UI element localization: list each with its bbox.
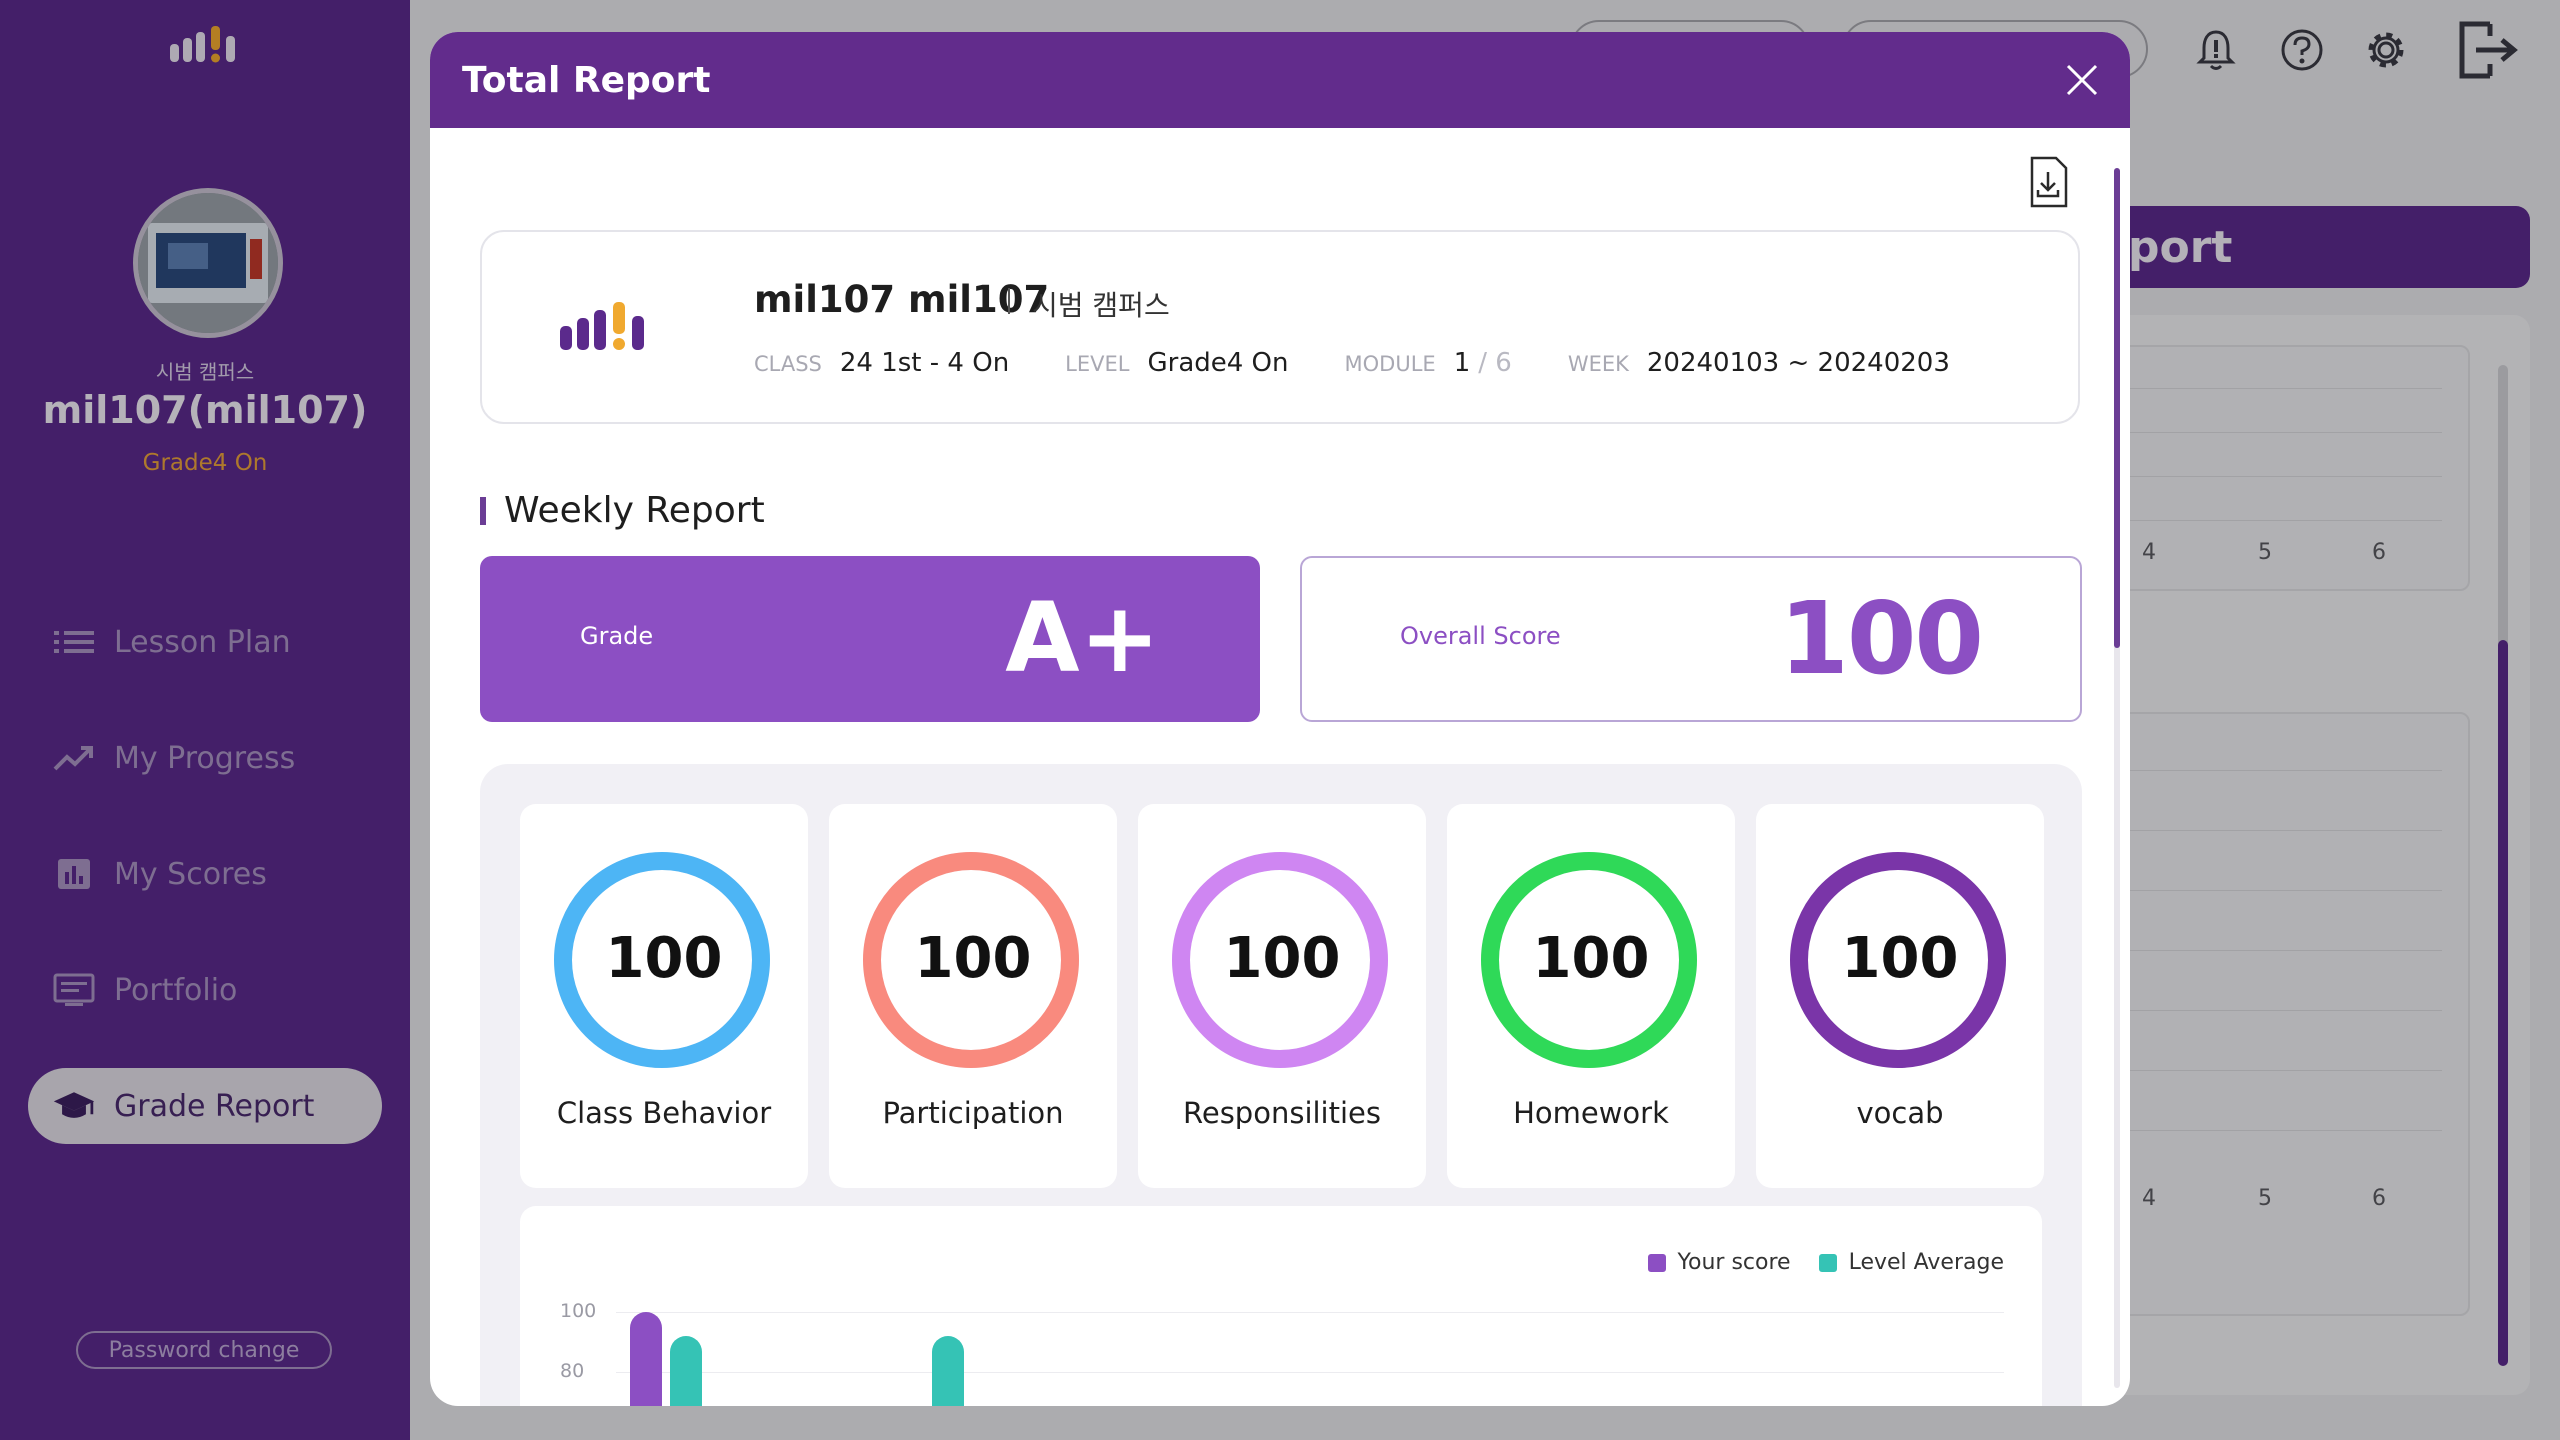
download-icon[interactable] bbox=[2028, 156, 2068, 208]
y-tick-label: 100 bbox=[560, 1300, 597, 1322]
metric-card: 100 vocab bbox=[1756, 804, 2044, 1188]
module-current: 1 bbox=[1453, 348, 1471, 378]
y-tick-label: 80 bbox=[560, 1360, 585, 1382]
chart-bar-level-average[interactable] bbox=[932, 1336, 964, 1406]
metric-label: vocab bbox=[1856, 1096, 1944, 1130]
metric-value: 100 bbox=[1532, 926, 1650, 991]
chart-bar-your-score[interactable] bbox=[630, 1312, 662, 1406]
metric-card: 100 Homework bbox=[1447, 804, 1735, 1188]
legend-item-level-average[interactable]: Level Average bbox=[1818, 1250, 2004, 1275]
total-report-modal: Total Report mil107 mil107 시범 캠퍼스 CLASS … bbox=[430, 32, 2130, 1406]
legend-label: Level Average bbox=[1848, 1250, 2004, 1275]
metric-value: 100 bbox=[1841, 926, 1959, 991]
metric-card: 100 Responsilities bbox=[1138, 804, 1426, 1188]
metric-label: Responsilities bbox=[1183, 1096, 1381, 1130]
metrics-panel: 100 Class Behavior 100 Participation 100… bbox=[480, 764, 2082, 1406]
student-campus: 시범 캠퍼스 bbox=[1032, 289, 1170, 322]
metric-value: 100 bbox=[605, 926, 723, 991]
grade-card: Grade A+ bbox=[480, 556, 1260, 722]
grade-value: A+ bbox=[1005, 582, 1160, 694]
modal-title: Total Report bbox=[462, 59, 711, 101]
brand-logo-icon bbox=[560, 302, 644, 350]
grade-label: Grade bbox=[580, 622, 654, 650]
legend-swatch bbox=[1647, 1253, 1666, 1272]
modal-header: Total Report bbox=[430, 32, 2130, 128]
metric-label: Participation bbox=[882, 1096, 1064, 1130]
weekly-report-heading: Weekly Report bbox=[480, 490, 765, 531]
divider bbox=[1008, 288, 1010, 314]
overall-score-card: Overall Score 100 bbox=[1300, 556, 2082, 722]
chart-legend: Your score Level Average bbox=[1620, 1250, 2004, 1275]
student-info-card: mil107 mil107 시범 캠퍼스 CLASS 24 1st - 4 On… bbox=[480, 230, 2080, 424]
module-total: / 6 bbox=[1478, 348, 1512, 378]
student-meta-row: CLASS 24 1st - 4 On LEVEL Grade4 On MODU… bbox=[754, 348, 2006, 378]
student-name: mil107 mil107 bbox=[754, 278, 1050, 321]
metric-label: Class Behavior bbox=[556, 1096, 772, 1130]
score-chart: Your score Level Average 100 80 bbox=[520, 1206, 2042, 1406]
gridline bbox=[616, 1372, 2004, 1373]
legend-swatch bbox=[1818, 1253, 1837, 1272]
metric-value: 100 bbox=[1223, 926, 1341, 991]
heading-accent bbox=[480, 496, 486, 525]
overall-score-label: Overall Score bbox=[1400, 622, 1561, 650]
legend-label: Your score bbox=[1677, 1250, 1791, 1275]
level-label: LEVEL bbox=[1065, 352, 1130, 376]
week-value: 20240103 ~ 20240203 bbox=[1646, 348, 1950, 378]
section-title: Weekly Report bbox=[504, 490, 765, 531]
metric-label: Homework bbox=[1513, 1096, 1669, 1130]
level-value: Grade4 On bbox=[1147, 348, 1289, 378]
overall-score-value: 100 bbox=[1779, 580, 1984, 697]
chart-bar-level-average[interactable] bbox=[670, 1336, 702, 1406]
legend-item-your-score[interactable]: Your score bbox=[1647, 1250, 1791, 1275]
class-label: CLASS bbox=[754, 352, 822, 376]
metric-value: 100 bbox=[914, 926, 1032, 991]
class-value: 24 1st - 4 On bbox=[839, 348, 1010, 378]
close-icon[interactable] bbox=[2064, 62, 2100, 98]
module-label: MODULE bbox=[1344, 352, 1436, 376]
gridline bbox=[616, 1312, 2004, 1313]
metric-card: 100 Participation bbox=[829, 804, 1117, 1188]
metric-card: 100 Class Behavior bbox=[520, 804, 808, 1188]
week-label: WEEK bbox=[1567, 352, 1629, 376]
modal-scrollbar-thumb[interactable] bbox=[2114, 168, 2120, 648]
